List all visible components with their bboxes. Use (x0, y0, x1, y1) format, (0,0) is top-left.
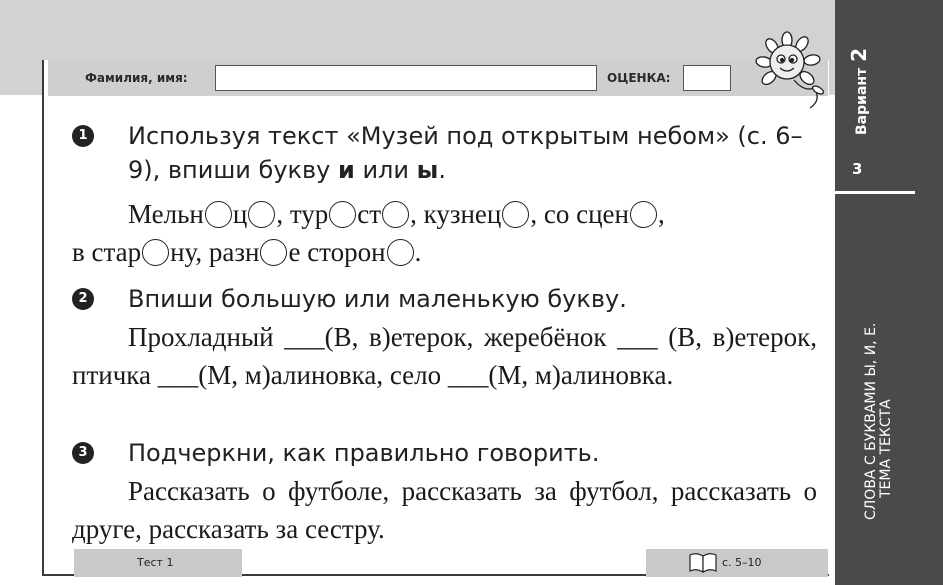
word-part: , со сцен (530, 199, 629, 229)
task-instruction: Подчеркни, как правильно говорить. (128, 439, 600, 467)
side-divider (835, 191, 915, 194)
topic-heading: СЛОВА С БУКВАМИ Ы, И, Е. ТЕМА ТЕКСТА (863, 322, 894, 520)
test-label: Тест 1 (137, 556, 174, 569)
variant-word: Вариант (854, 67, 870, 135)
letter-circle[interactable] (629, 201, 657, 228)
task-3: 3 Подчеркни, как правильно говорить. Рас… (72, 436, 817, 548)
task-instruction: Используя текст «Музей под открытым небо… (128, 119, 817, 187)
letter-y: ы (416, 156, 439, 184)
letter-i: и (338, 156, 355, 184)
instruction-text: Используя текст «Музей под открытым небо… (128, 122, 803, 184)
grade-field[interactable] (683, 65, 731, 91)
word-part: , (657, 199, 665, 229)
exercise-line-2: в стар ну, разн е сторон. (72, 233, 817, 271)
task-2: 2 Впиши большую или маленькую букву. Про… (72, 282, 817, 394)
page-number: 3 (852, 160, 863, 178)
word-part: , кузнец (410, 199, 502, 229)
letter-circle[interactable] (329, 201, 357, 228)
letter-circle[interactable] (502, 201, 530, 228)
word-part: . (414, 237, 422, 267)
name-label: Фамилия, имя: (85, 71, 188, 85)
word-part: е сторон (288, 237, 386, 267)
word-part: ц (232, 199, 248, 229)
word-part: ст (357, 199, 382, 229)
task-exercise-text: Рассказать о футболе, рассказать за футб… (72, 476, 817, 544)
task-exercise-text: Мельн ц , тур ст , кузнец , со сцен, в стар ну… (72, 195, 817, 271)
task-exercise-text: Прохладный ___(В, в)етерок, жеребёнок __… (72, 322, 817, 390)
task-number-badge: 3 (72, 442, 94, 464)
grade-label: ОЦЕНКА: (607, 71, 671, 85)
letter-circle[interactable] (248, 201, 276, 228)
name-field[interactable] (215, 65, 597, 91)
exercise-line-1: Мельн ц , тур ст , кузнец , со сцен, (72, 195, 817, 233)
sunflower-mascot-icon (755, 31, 825, 109)
variant-number: 2 (847, 47, 871, 62)
word-part: в стар (72, 237, 142, 267)
instruction-mid: или (354, 156, 417, 184)
task-instruction: Впиши большую или маленькую букву. (128, 285, 627, 313)
task-1: 1 Используя текст «Музей под открытым не… (72, 119, 817, 271)
open-book-icon (689, 553, 717, 574)
pages-reference: с. 5–10 (722, 556, 762, 569)
variant-label: Вариант 2 (847, 48, 871, 135)
letter-circle[interactable] (142, 239, 170, 266)
letter-circle[interactable] (386, 239, 414, 266)
letter-circle[interactable] (260, 239, 288, 266)
word-part: Мельн (128, 199, 204, 229)
letter-circle[interactable] (204, 201, 232, 228)
topic-line-2: ТЕМА ТЕКСТА (878, 399, 894, 498)
topic-line-1: СЛОВА С БУКВАМИ Ы, И, Е. (863, 322, 879, 520)
letter-circle[interactable] (382, 201, 410, 228)
task-number-badge: 1 (72, 125, 94, 147)
word-part: ну, разн (170, 237, 260, 267)
task-number-badge: 2 (72, 288, 94, 310)
instruction-end: . (438, 156, 446, 184)
word-part: , тур (276, 199, 329, 229)
